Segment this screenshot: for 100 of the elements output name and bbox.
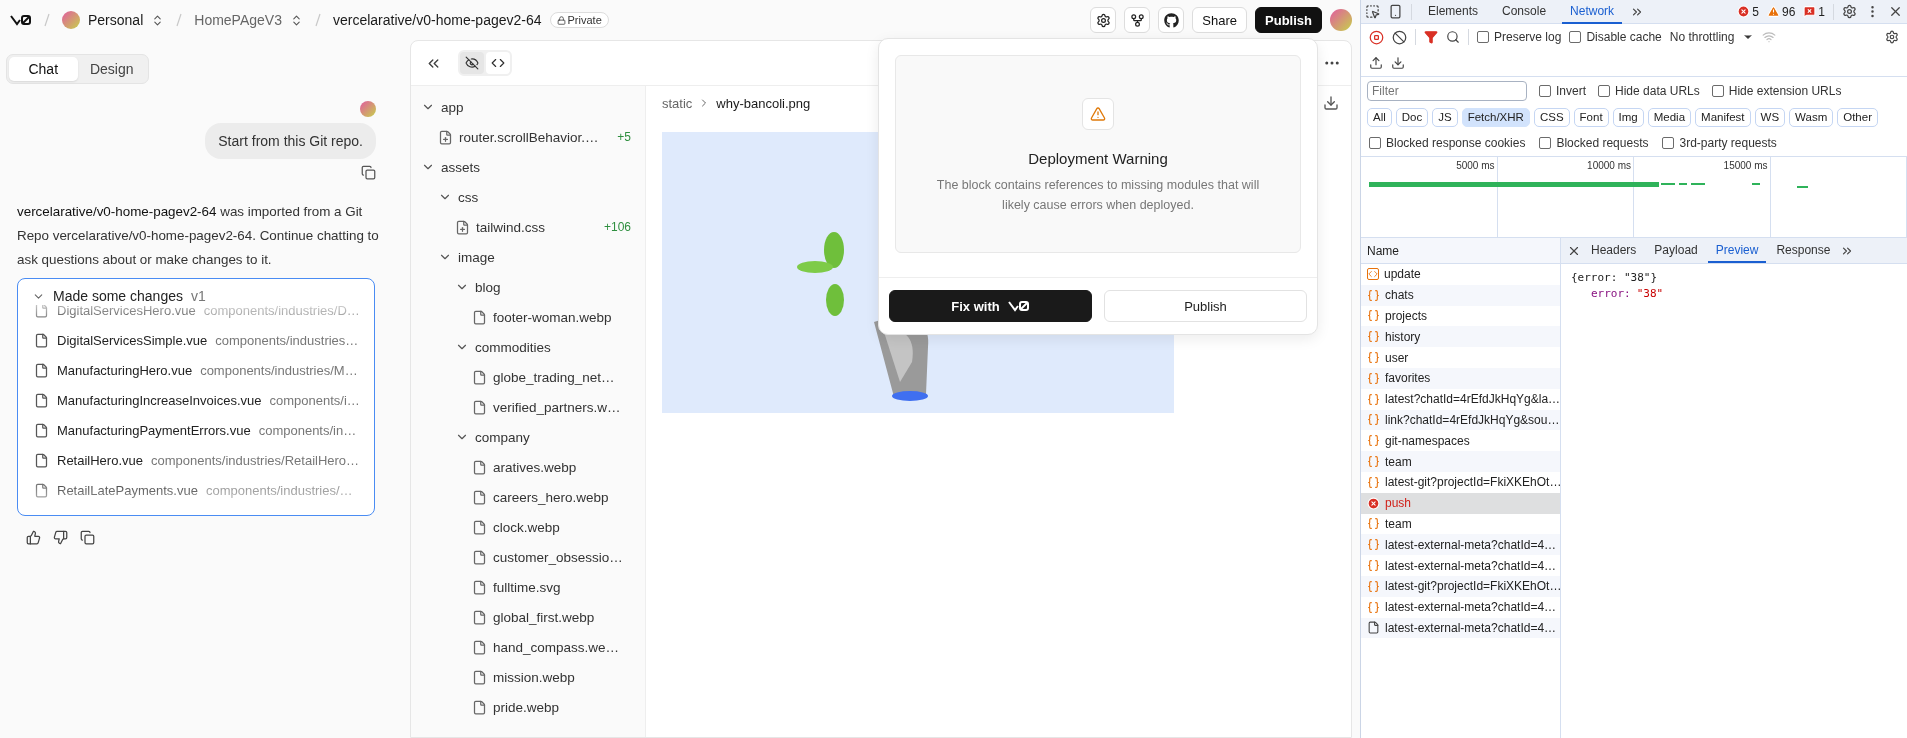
workspace-name[interactable]: Personal (88, 12, 144, 28)
folder-name[interactable]: css (458, 189, 479, 205)
error-count[interactable]: 5 (1737, 4, 1759, 19)
import-icon[interactable] (1369, 56, 1383, 70)
checkbox-option[interactable]: Disable cache (1569, 30, 1662, 44)
file-name[interactable]: fulltime.svg (493, 579, 561, 595)
settings-icon[interactable] (1885, 30, 1899, 44)
checkbox-option[interactable]: Hide data URLs (1598, 83, 1700, 98)
folder-name[interactable]: image (458, 249, 495, 265)
type-filter-button[interactable]: Fetch/XHR (1461, 107, 1530, 127)
code-view-button[interactable] (486, 52, 510, 74)
thumbs-up-icon[interactable] (26, 530, 41, 545)
checkbox[interactable] (1598, 84, 1610, 97)
folder-name[interactable]: app (441, 99, 464, 115)
filter-field[interactable]: Filter (1367, 80, 1527, 101)
file-name[interactable]: tailwind.css (476, 219, 546, 235)
request-row[interactable]: chats (1361, 284, 1560, 306)
throttling-select[interactable]: No throttling (1669, 30, 1735, 44)
settings-icon[interactable] (1842, 4, 1857, 19)
file-name[interactable]: globe_trading_net… (493, 369, 615, 385)
share-button[interactable]: Share (1192, 7, 1248, 33)
publish-button[interactable]: Publish (1104, 290, 1307, 322)
type-filter-button[interactable]: Wasm (1789, 107, 1834, 127)
request-row[interactable]: latest-external-meta?chatId=4… (1361, 617, 1560, 639)
warning-count[interactable]: 96 (1766, 4, 1796, 19)
file-name[interactable]: DigitalServicesSimple.vue (57, 332, 208, 348)
device-icon[interactable] (1388, 4, 1403, 19)
checkbox[interactable] (1539, 137, 1552, 149)
file-name[interactable]: ManufacturingPaymentErrors.vue (57, 422, 251, 438)
checkbox-option[interactable]: Blocked requests (1539, 136, 1649, 150)
settings-button[interactable] (1090, 7, 1117, 33)
checkbox-option[interactable]: Blocked response cookies (1369, 136, 1526, 150)
filter-icon[interactable] (1424, 30, 1438, 44)
file-name[interactable]: router.scrollBehavior.… (459, 129, 599, 145)
detail-tab[interactable]: Payload (1646, 238, 1706, 263)
folder-name[interactable]: blog (475, 279, 501, 295)
request-row[interactable]: favorites (1361, 368, 1560, 389)
type-filter-button[interactable]: JS (1432, 107, 1458, 127)
file-name[interactable]: ManufacturingHero.vue (57, 362, 193, 378)
file-name[interactable]: verified_partners.w… (493, 399, 621, 415)
fix-button[interactable]: Fix with (889, 290, 1092, 322)
checkbox[interactable] (1369, 137, 1381, 149)
inspect-icon[interactable] (1365, 4, 1380, 19)
checkbox[interactable] (1711, 84, 1724, 97)
type-filter-button[interactable]: Doc (1395, 107, 1429, 127)
checkbox-option[interactable]: Hide extension URLs (1711, 83, 1842, 98)
file-name[interactable]: footer-woman.webp (493, 309, 612, 325)
checkbox-option[interactable]: 3rd-party requests (1662, 136, 1777, 150)
checkbox[interactable] (1662, 137, 1675, 149)
checkbox[interactable] (1477, 31, 1489, 43)
checkbox-option[interactable]: Invert (1539, 83, 1586, 98)
breadcrumb-item[interactable]: why-bancoli.png (716, 95, 811, 111)
file-name[interactable]: RetailHero.vue (57, 452, 143, 468)
mode-tab[interactable]: Chat (9, 57, 78, 81)
github-button[interactable] (1158, 7, 1185, 33)
type-filter-button[interactable]: CSS (1533, 107, 1570, 127)
checkbox[interactable] (1539, 84, 1551, 97)
file-name[interactable]: careers_hero.webp (493, 489, 609, 505)
file-name[interactable]: clock.webp (493, 519, 560, 535)
file-name[interactable]: pride.webp (493, 699, 560, 715)
folder-name[interactable]: company (475, 429, 530, 445)
type-filter-button[interactable]: Media (1647, 107, 1692, 127)
file-name[interactable]: aratives.webp (493, 459, 577, 475)
thumbs-down-icon[interactable] (53, 530, 68, 545)
changes-title[interactable]: Made some changes (53, 288, 183, 304)
repo-name[interactable]: vercelarative/v0-home-pagev2-64 (332, 12, 542, 28)
type-filter-button[interactable]: Img (1612, 107, 1644, 127)
issue-count[interactable]: 1 (1803, 4, 1825, 19)
fork-button[interactable] (1124, 7, 1151, 33)
file-name[interactable]: global_first.webp (493, 609, 595, 625)
folder-name[interactable]: assets (441, 159, 481, 175)
file-name[interactable]: ManufacturingIncreaseInvoices.vue (57, 392, 262, 408)
detail-tab[interactable]: Headers (1583, 238, 1645, 263)
file-name[interactable]: mission.webp (493, 669, 575, 685)
folder-name[interactable]: commodities (475, 339, 551, 355)
request-row[interactable]: latest-git?projectId=FkiXKEhOt… (1361, 575, 1560, 597)
copy-icon[interactable] (80, 530, 95, 545)
user-avatar[interactable] (1330, 9, 1352, 31)
checkbox-option[interactable]: Preserve log (1477, 30, 1562, 44)
type-filter-button[interactable]: All (1367, 107, 1392, 127)
devtools-tab[interactable]: Elements (1420, 0, 1487, 24)
file-name[interactable]: customer_obsessio… (493, 549, 623, 565)
hide-preview-button[interactable] (460, 52, 484, 74)
close-icon[interactable] (1888, 4, 1903, 19)
type-filter-button[interactable]: Other (1837, 107, 1878, 127)
record-stop-icon[interactable] (1369, 29, 1384, 45)
file-name[interactable]: DigitalServicesHero.vue (57, 305, 196, 318)
file-name[interactable]: hand_compass.we… (493, 639, 620, 655)
mode-tab[interactable]: Design (77, 57, 146, 81)
type-filter-button[interactable]: WS (1754, 107, 1786, 127)
json-summary[interactable]: {error: "38"} (1571, 270, 1907, 286)
request-row[interactable]: latest-external-meta?chatId=4… (1361, 534, 1560, 556)
request-row[interactable]: link?chatId=4rEfdJkHqYg&sou… (1361, 409, 1560, 431)
devtools-tab[interactable]: Network (1562, 0, 1623, 24)
publish-button[interactable]: Publish (1255, 7, 1322, 33)
detail-tab[interactable]: Response (1768, 238, 1839, 263)
export-icon[interactable] (1391, 56, 1405, 70)
name-column-header[interactable]: Name (1361, 238, 1560, 264)
checkbox[interactable] (1569, 31, 1582, 43)
clear-icon[interactable] (1392, 29, 1407, 45)
